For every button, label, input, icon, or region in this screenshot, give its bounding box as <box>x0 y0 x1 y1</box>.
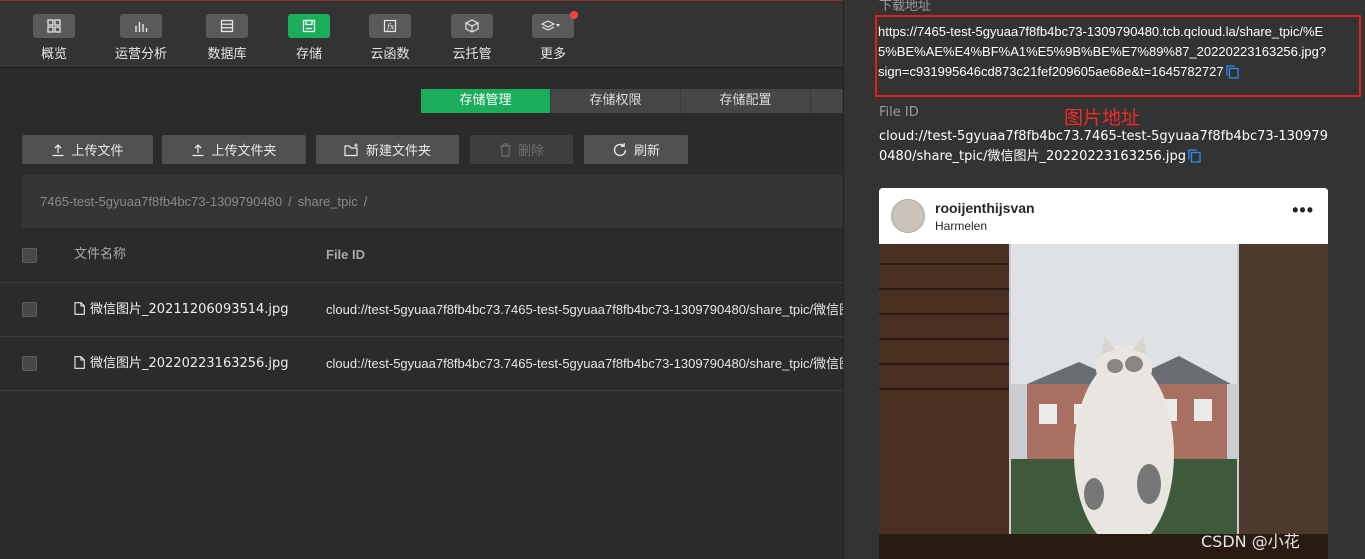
toolbar-item-cloud-function[interactable]: fx 云函数 <box>353 14 427 64</box>
breadcrumb-bucket[interactable]: 7465-test-5gyuaa7f8fb4bc73-1309790480 <box>40 194 282 209</box>
refresh-label: 刷新 <box>633 144 660 159</box>
file-id-cell: cloud://test-5gyuaa7f8fb4bc73.7465-test-… <box>326 302 843 317</box>
notification-dot <box>570 11 578 19</box>
toolbar-item-more[interactable]: 更多 <box>516 11 590 64</box>
post-location: Harmelen <box>935 219 988 233</box>
upload-folder-button[interactable]: 上传文件夹 <box>162 135 306 164</box>
toolbar-item-overview[interactable]: 概览 <box>17 14 91 64</box>
toolbar-item-cloud-hosting[interactable]: 云托管 <box>435 14 509 64</box>
post-username: rooijenthijsvan <box>935 200 1035 216</box>
overview-grid-icon <box>33 14 75 38</box>
breadcrumb: 7465-test-5gyuaa7f8fb4bc73-1309790480 / sh… <box>22 175 843 228</box>
cloud-function-icon: fx <box>369 14 411 38</box>
refresh-button[interactable]: 刷新 <box>584 135 688 164</box>
file-icon <box>74 302 85 315</box>
new-folder-icon <box>344 143 358 156</box>
file-name: 微信图片_20220223163256.jpg <box>90 356 289 371</box>
toolbar-item-label: 存储 <box>295 47 322 62</box>
download-url[interactable]: https://7465-test-5gyuaa7f8fb4bc73-13097… <box>878 22 1328 82</box>
post-header: rooijenthijsvan Harmelen ••• <box>879 188 1328 244</box>
toolbar-item-label: 数据库 <box>207 47 247 62</box>
row-checkbox[interactable] <box>22 302 37 317</box>
toolbar-item-label: 云托管 <box>452 47 492 62</box>
file-id-cell: cloud://test-5gyuaa7f8fb4bc73.7465-test-… <box>326 356 843 371</box>
image-preview: rooijenthijsvan Harmelen ••• <box>879 188 1328 559</box>
upload-icon <box>192 143 204 156</box>
storage-icon <box>288 14 330 38</box>
file-name-cell[interactable]: 微信图片_20220223163256.jpg <box>74 337 289 391</box>
copy-icon[interactable] <box>1225 65 1239 79</box>
file-icon <box>74 356 85 369</box>
toolbar-item-label: 云函数 <box>370 47 410 62</box>
tab-storage-permissions[interactable]: 存储权限 <box>551 89 681 113</box>
file-table: 文件名称 File ID 微信图片_20211206093514.jpg clo… <box>0 228 843 391</box>
breadcrumb-separator: / <box>288 194 292 209</box>
breadcrumb-folder[interactable]: share_tpic <box>298 194 358 209</box>
select-all-checkbox[interactable] <box>22 248 37 263</box>
table-header: 文件名称 File ID <box>0 228 843 283</box>
tab-overflow[interactable] <box>811 89 843 113</box>
new-folder-label: 新建文件夹 <box>365 144 431 159</box>
file-id-value[interactable]: cloud://test-5gyuaa7f8fb4bc73.7465-test-… <box>879 127 1329 167</box>
storage-tabs: 存储管理 存储权限 存储配置 <box>421 89 843 113</box>
download-url-label: 下载地址 <box>879 0 932 13</box>
upload-folder-label: 上传文件夹 <box>211 144 277 159</box>
download-url-text: https://7465-test-5gyuaa7f8fb4bc73-13097… <box>878 24 1327 79</box>
toolbar-item-analytics[interactable]: 运营分析 <box>104 14 178 64</box>
upload-file-button[interactable]: 上传文件 <box>22 135 153 164</box>
top-toolbar: 概览 运营分析 数据库 存储 fx 云函数 云托管 更多 <box>0 0 843 68</box>
copy-icon[interactable] <box>1188 149 1201 163</box>
bar-chart-icon <box>120 14 162 38</box>
toolbar-item-database[interactable]: 数据库 <box>190 14 264 64</box>
table-row[interactable]: 微信图片_20211206093514.jpg cloud://test-5gy… <box>0 283 843 337</box>
layers-icon <box>532 11 578 38</box>
table-row[interactable]: 微信图片_20220223163256.jpg cloud://test-5gy… <box>0 337 843 391</box>
file-id-label: File ID <box>879 105 919 120</box>
avatar <box>891 199 925 233</box>
tab-storage-config[interactable]: 存储配置 <box>681 89 811 113</box>
trash-icon <box>499 142 511 157</box>
delete-label: 删除 <box>517 144 544 159</box>
toolbar-item-storage[interactable]: 存储 <box>272 14 346 64</box>
breadcrumb-separator: / <box>363 194 368 209</box>
column-header-name: 文件名称 <box>74 247 127 262</box>
toolbar-item-label: 运营分析 <box>114 47 167 62</box>
svg-text:fx: fx <box>386 23 395 32</box>
toolbar-item-label: 概览 <box>40 47 67 62</box>
file-detail-panel: 下载地址 https://7465-test-5gyuaa7f8fb4bc73-… <box>843 0 1365 559</box>
cube-icon <box>451 14 493 38</box>
tab-storage-management[interactable]: 存储管理 <box>421 89 551 113</box>
upload-icon <box>52 143 64 156</box>
delete-button[interactable]: 删除 <box>470 135 573 164</box>
file-name-cell[interactable]: 微信图片_20211206093514.jpg <box>74 283 289 337</box>
file-id-text: cloud://test-5gyuaa7f8fb4bc73.7465-test-… <box>879 129 1328 164</box>
image-url-annotation: 图片地址 <box>1064 107 1141 129</box>
database-icon <box>206 14 248 38</box>
new-folder-button[interactable]: 新建文件夹 <box>316 135 459 164</box>
refresh-icon <box>613 142 627 156</box>
column-header-file-id: File ID <box>326 247 366 262</box>
toolbar-item-label: 更多 <box>539 47 566 62</box>
upload-file-label: 上传文件 <box>71 144 124 159</box>
file-name: 微信图片_20211206093514.jpg <box>90 302 289 317</box>
csdn-watermark: CSDN @小花 <box>1201 532 1300 551</box>
more-options-icon: ••• <box>1292 200 1314 220</box>
cat-photo <box>879 244 1328 559</box>
row-checkbox[interactable] <box>22 356 37 371</box>
